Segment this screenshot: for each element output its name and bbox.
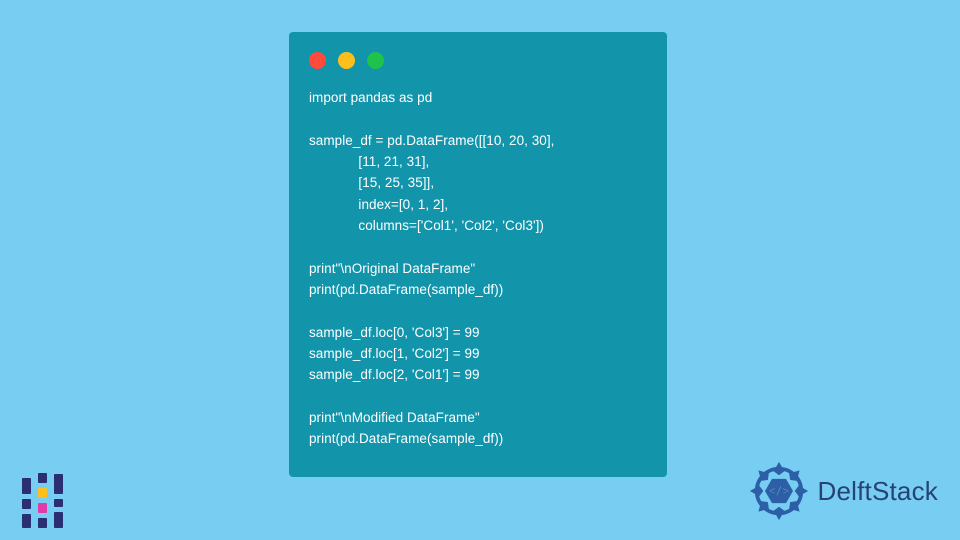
- delftstack-logo: </> DelftStack: [748, 460, 939, 522]
- delftstack-emblem-icon: </>: [748, 460, 810, 522]
- minimize-icon: [338, 52, 355, 69]
- code-block: import pandas as pd sample_df = pd.DataF…: [309, 87, 649, 450]
- maximize-icon: [367, 52, 384, 69]
- site-mark-icon: [22, 468, 74, 528]
- delftstack-wordmark: DelftStack: [818, 476, 939, 507]
- svg-text:</>: </>: [768, 485, 788, 498]
- window-controls: [309, 48, 649, 69]
- close-icon: [309, 52, 326, 69]
- code-window: import pandas as pd sample_df = pd.DataF…: [289, 32, 667, 477]
